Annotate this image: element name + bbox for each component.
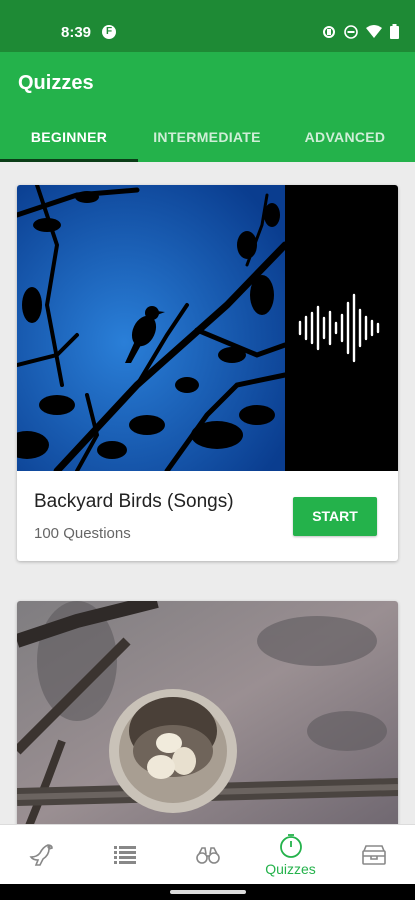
archive-box-icon bbox=[361, 844, 386, 865]
tab-beginner[interactable]: BEGINNER bbox=[0, 114, 138, 162]
status-icons bbox=[322, 24, 399, 39]
quiz-title: Backyard Birds (Songs) bbox=[34, 491, 234, 512]
bottom-navigation: Quizzes bbox=[0, 824, 415, 884]
app-bar: Quizzes bbox=[0, 52, 415, 114]
nav-birds[interactable] bbox=[0, 825, 83, 884]
quiz-question-count: 100 Questions bbox=[34, 525, 131, 542]
start-button[interactable]: START bbox=[293, 497, 377, 536]
status-bar: 8:39 F bbox=[0, 0, 415, 52]
tab-advanced[interactable]: ADVANCED bbox=[276, 114, 414, 162]
battery-icon bbox=[390, 24, 399, 39]
tab-intermediate[interactable]: INTERMEDIATE bbox=[138, 114, 276, 162]
wifi-icon bbox=[366, 25, 382, 38]
nav-list[interactable] bbox=[83, 825, 166, 884]
quiz-image-bird-song bbox=[17, 185, 398, 471]
quiz-card[interactable]: Backyard Birds (Songs) 100 Questions STA… bbox=[17, 185, 398, 561]
status-time: 8:39 bbox=[61, 24, 92, 41]
bird-icon bbox=[29, 843, 53, 866]
binoculars-icon bbox=[195, 846, 220, 864]
nav-quizzes[interactable]: Quizzes bbox=[249, 825, 332, 884]
dnd-icon bbox=[344, 24, 358, 39]
nav-explore[interactable] bbox=[166, 825, 249, 884]
list-icon bbox=[113, 845, 136, 864]
nav-archive[interactable] bbox=[332, 825, 415, 884]
quiz-list[interactable]: Backyard Birds (Songs) 100 Questions STA… bbox=[0, 162, 415, 824]
vibrate-icon bbox=[323, 25, 335, 38]
nav-quizzes-label: Quizzes bbox=[265, 860, 316, 877]
stopwatch-icon bbox=[279, 833, 302, 858]
quiz-image-nest bbox=[17, 601, 398, 824]
system-gesture-bar bbox=[0, 884, 415, 900]
notification-icon: F bbox=[102, 25, 116, 39]
page-title: Quizzes bbox=[18, 72, 94, 94]
home-gesture-handle[interactable] bbox=[170, 890, 246, 894]
quiz-card[interactable] bbox=[17, 601, 398, 824]
tab-bar: BEGINNER INTERMEDIATE ADVANCED bbox=[0, 114, 415, 162]
